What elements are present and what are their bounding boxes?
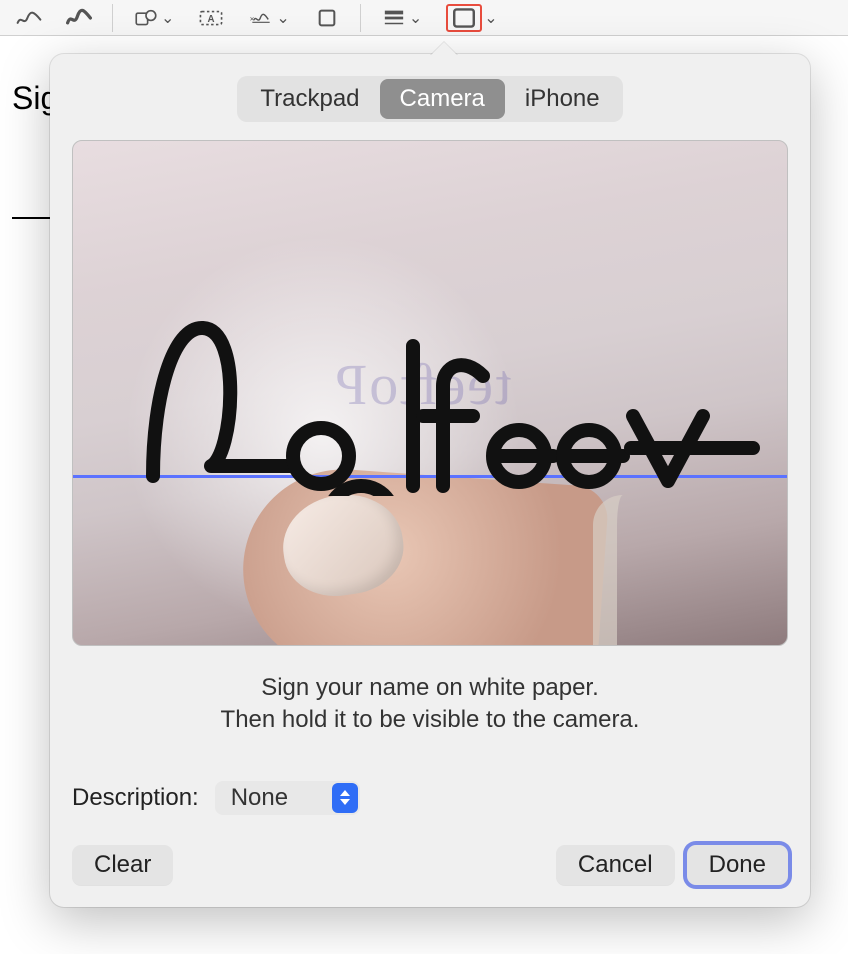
toolbar-separator bbox=[360, 4, 361, 32]
description-select[interactable]: None bbox=[215, 781, 360, 815]
crop-icon[interactable] bbox=[306, 5, 348, 31]
line-style-dropdown[interactable]: ⌄ bbox=[373, 5, 430, 31]
sign-dropdown[interactable]: ✕ ⌄ bbox=[240, 5, 297, 31]
cancel-button[interactable]: Cancel bbox=[556, 845, 675, 885]
tab-iphone[interactable]: iPhone bbox=[505, 79, 620, 119]
chevron-down-icon: ⌄ bbox=[409, 8, 422, 28]
squiggle-draw-icon[interactable] bbox=[8, 5, 50, 31]
shapes-dropdown[interactable]: ⌄ bbox=[125, 5, 182, 31]
description-value: None bbox=[231, 784, 332, 812]
text-box-icon[interactable]: A bbox=[190, 5, 232, 31]
toolbar-separator bbox=[112, 4, 113, 32]
brush-draw-icon[interactable] bbox=[58, 5, 100, 31]
instructions-text: Sign your name on white paper. Then hold… bbox=[72, 672, 788, 737]
markup-toolbar: ⌄ A ✕ ⌄ ⌄ ⌄ bbox=[0, 0, 848, 36]
chevron-down-icon: ⌄ bbox=[161, 8, 174, 28]
border-style-dropdown[interactable]: ⌄ bbox=[438, 2, 505, 34]
popover-button-row: Clear Cancel Done bbox=[72, 845, 788, 885]
signature-popover: Trackpad Camera iPhone teeftoP Sign your… bbox=[50, 54, 810, 907]
select-stepper-icon bbox=[332, 783, 358, 813]
description-row: Description: None bbox=[72, 781, 788, 815]
done-button[interactable]: Done bbox=[687, 845, 788, 885]
camera-preview: teeftoP bbox=[72, 140, 788, 646]
tab-trackpad[interactable]: Trackpad bbox=[240, 79, 379, 119]
chevron-down-icon: ⌄ bbox=[276, 8, 289, 28]
clear-button[interactable]: Clear bbox=[72, 845, 173, 885]
chevron-down-icon: ⌄ bbox=[484, 8, 497, 28]
popover-arrow bbox=[430, 42, 458, 56]
border-icon bbox=[446, 4, 482, 32]
captured-signature bbox=[113, 316, 773, 496]
tab-camera[interactable]: Camera bbox=[380, 79, 505, 119]
description-label: Description: bbox=[72, 784, 199, 812]
svg-text:A: A bbox=[208, 14, 215, 25]
signature-source-tabs: Trackpad Camera iPhone bbox=[237, 76, 622, 122]
